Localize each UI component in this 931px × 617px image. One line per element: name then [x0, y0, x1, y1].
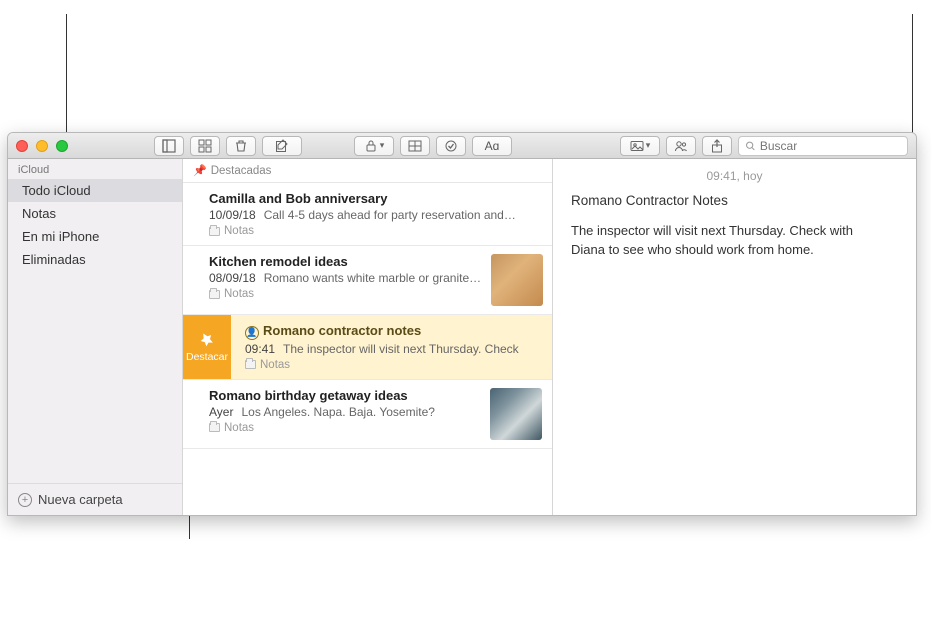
sidebar-item-all-icloud[interactable]: Todo iCloud — [8, 179, 182, 202]
note-date: 08/09/18 — [209, 271, 256, 285]
list-section-label: Destacadas — [211, 165, 272, 177]
minimize-window-button[interactable] — [36, 140, 48, 152]
folder-icon — [209, 227, 220, 236]
share-button[interactable] — [702, 136, 732, 156]
list-section-header: 📌 Destacadas — [183, 159, 552, 183]
sidebar-item-label: Todo iCloud — [22, 183, 91, 198]
pin-icon: 📌 — [193, 164, 207, 177]
note-folder: Notas — [224, 288, 254, 300]
search-field[interactable] — [738, 136, 908, 156]
grid-view-icon — [198, 139, 212, 153]
editor-timestamp: 09:41, hoy — [571, 169, 898, 183]
note-preview: The inspector will visit next Thursday. … — [283, 342, 542, 356]
new-folder-label: Nueva carpeta — [38, 492, 123, 507]
sidebar-account-header: iCloud — [8, 159, 182, 179]
window-controls — [16, 140, 68, 152]
pin-icon — [198, 331, 216, 349]
folder-icon — [209, 423, 220, 432]
new-note-button[interactable] — [262, 136, 302, 156]
toolbar: ▾ Aɑ ▾ — [8, 133, 916, 159]
sidebar-item-on-my-iphone[interactable]: En mi iPhone — [8, 225, 182, 248]
notes-window: ▾ Aɑ ▾ iCloud Todo iCloud — [7, 132, 917, 516]
search-input[interactable] — [760, 139, 901, 153]
note-date: Ayer — [209, 405, 233, 419]
table-button[interactable] — [400, 136, 430, 156]
sidebar-item-label: Notas — [22, 206, 56, 221]
sidebar-item-label: Eliminadas — [22, 252, 86, 267]
list-view-icon — [162, 139, 176, 153]
trash-icon — [234, 139, 248, 153]
note-editor[interactable]: 09:41, hoy Romano Contractor Notes The i… — [553, 159, 916, 515]
note-folder: Notas — [224, 225, 254, 237]
shared-icon: 👤 — [245, 326, 259, 340]
media-button[interactable]: ▾ — [620, 136, 660, 156]
plus-icon: + — [18, 493, 32, 507]
photo-icon — [630, 139, 644, 153]
close-window-button[interactable] — [16, 140, 28, 152]
note-date: 09:41 — [245, 342, 275, 356]
note-preview: Los Angeles. Napa. Baja. Yosemite? — [241, 405, 480, 419]
note-preview: Romano wants white marble or granite… — [264, 271, 481, 285]
note-thumbnail — [491, 254, 543, 306]
note-title: 👤Romano contractor notes — [245, 323, 542, 340]
sidebar: iCloud Todo iCloud Notas En mi iPhone El… — [8, 159, 183, 515]
note-item-selected[interactable]: Destacar 👤Romano contractor notes 09:41 … — [183, 315, 552, 380]
people-icon — [674, 139, 688, 153]
folder-icon — [209, 290, 220, 299]
note-folder: Notas — [260, 359, 290, 371]
list-view-button[interactable] — [154, 136, 184, 156]
note-item[interactable]: Camilla and Bob anniversary 10/09/18 Cal… — [183, 183, 552, 246]
note-date: 10/09/18 — [209, 208, 256, 222]
table-icon — [408, 139, 422, 153]
editor-content[interactable]: The inspector will visit next Thursday. … — [571, 222, 861, 260]
delete-button[interactable] — [226, 136, 256, 156]
sidebar-item-notas[interactable]: Notas — [8, 202, 182, 225]
note-folder: Notas — [224, 422, 254, 434]
sidebar-item-deleted[interactable]: Eliminadas — [8, 248, 182, 271]
sidebar-item-label: En mi iPhone — [22, 229, 99, 244]
grid-view-button[interactable] — [190, 136, 220, 156]
note-thumbnail — [490, 388, 542, 440]
lock-button[interactable]: ▾ — [354, 136, 394, 156]
lock-icon — [364, 139, 378, 153]
search-icon — [745, 140, 756, 152]
compose-icon — [275, 139, 289, 153]
note-preview: Call 4-5 days ahead for party reservatio… — [264, 208, 542, 222]
format-icon: Aɑ — [485, 139, 500, 153]
pin-action-label: Destacar — [186, 351, 228, 363]
note-title: Camilla and Bob anniversary — [209, 191, 542, 206]
new-folder-button[interactable]: + Nueva carpeta — [8, 483, 182, 515]
pin-swipe-action[interactable]: Destacar — [183, 315, 231, 379]
share-icon — [710, 139, 724, 153]
note-item[interactable]: Romano birthday getaway ideas Ayer Los A… — [183, 380, 552, 449]
note-title: Romano birthday getaway ideas — [209, 388, 480, 403]
editor-title: Romano Contractor Notes — [571, 193, 898, 208]
note-item[interactable]: Kitchen remodel ideas 08/09/18 Romano wa… — [183, 246, 552, 315]
notes-list[interactable]: 📌 Destacadas Camilla and Bob anniversary… — [183, 159, 553, 515]
format-button[interactable]: Aɑ — [472, 136, 512, 156]
checklist-icon — [444, 139, 458, 153]
checklist-button[interactable] — [436, 136, 466, 156]
collaborate-button[interactable] — [666, 136, 696, 156]
fullscreen-window-button[interactable] — [56, 140, 68, 152]
folder-icon — [245, 360, 256, 369]
note-title: Kitchen remodel ideas — [209, 254, 481, 269]
